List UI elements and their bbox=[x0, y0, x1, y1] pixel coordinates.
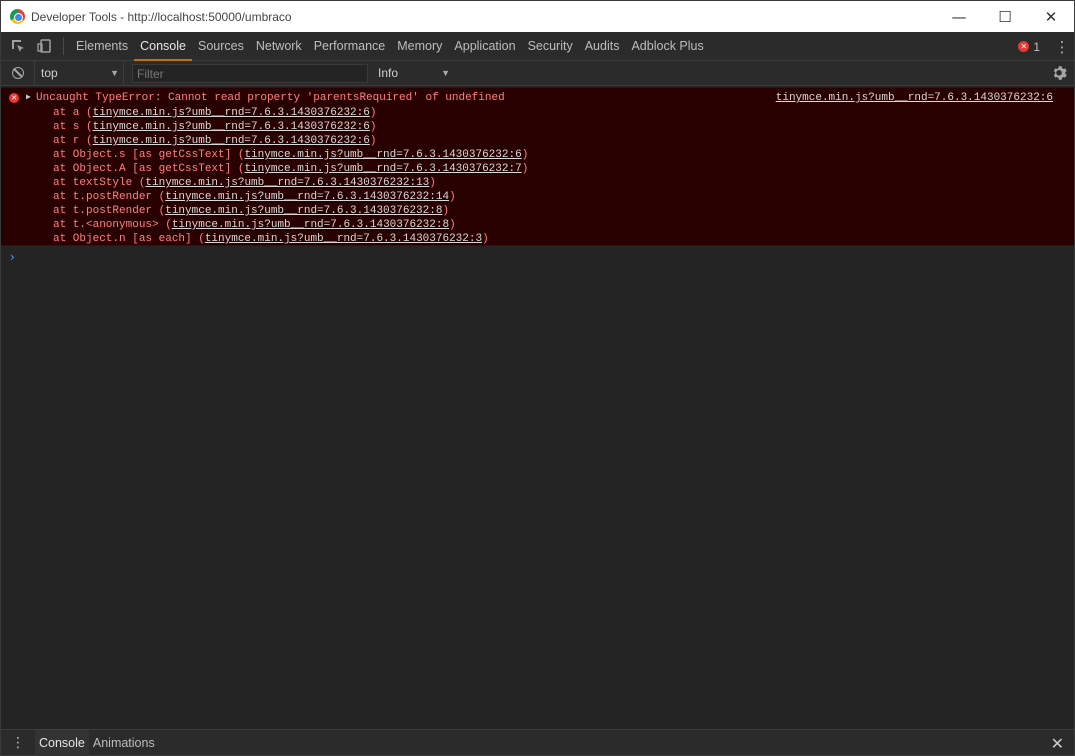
devtools-tabs-bar: Elements Console Sources Network Performance… bbox=[1, 32, 1074, 61]
stack-frame: at Object.n [as each] (tinymce.min.js?um… bbox=[53, 232, 528, 246]
chrome-logo-icon bbox=[10, 9, 25, 24]
device-toolbar-icon[interactable] bbox=[31, 32, 57, 61]
stack-frame-text: at a ( bbox=[53, 107, 93, 119]
stack-frame-link[interactable]: tinymce.min.js?umb__rnd=7.6.3.1430376232… bbox=[93, 121, 370, 133]
tab-network[interactable]: Network bbox=[250, 32, 308, 61]
window-title: Developer Tools - http://localhost:50000… bbox=[31, 9, 292, 24]
stack-frame-link[interactable]: tinymce.min.js?umb__rnd=7.6.3.1430376232… bbox=[205, 233, 482, 245]
dropdown-arrow-icon: ▼ bbox=[110, 68, 119, 78]
close-window-button[interactable]: ✕ bbox=[1028, 1, 1074, 32]
minimize-button[interactable]: — bbox=[936, 1, 982, 32]
stack-frame-text: at s ( bbox=[53, 121, 93, 133]
stack-frame-link[interactable]: tinymce.min.js?umb__rnd=7.6.3.1430376232… bbox=[244, 149, 521, 161]
error-counter[interactable]: ✕ 1 bbox=[1018, 40, 1040, 54]
tab-security[interactable]: Security bbox=[522, 32, 579, 61]
stack-frame-link[interactable]: tinymce.min.js?umb__rnd=7.6.3.1430376232… bbox=[145, 177, 429, 189]
stack-frame-suffix: ) bbox=[521, 149, 529, 161]
inspect-element-icon[interactable] bbox=[5, 32, 31, 61]
stack-frame-text: at r ( bbox=[53, 135, 93, 147]
console-error-message: ✕ ▶ Uncaught TypeError: Cannot read prop… bbox=[1, 87, 1074, 246]
drawer-tab-animations[interactable]: Animations bbox=[89, 730, 159, 756]
stack-frame-suffix: ) bbox=[369, 135, 377, 147]
window-controls: — ☐ ✕ bbox=[936, 1, 1074, 32]
stack-frame-link[interactable]: tinymce.min.js?umb__rnd=7.6.3.1430376232… bbox=[244, 163, 521, 175]
tab-adblock-plus[interactable]: Adblock Plus bbox=[625, 32, 709, 61]
tab-memory[interactable]: Memory bbox=[391, 32, 448, 61]
stack-frame-text: at textStyle ( bbox=[53, 177, 146, 189]
stack-frame-link[interactable]: tinymce.min.js?umb__rnd=7.6.3.1430376232… bbox=[172, 219, 449, 231]
context-selector[interactable]: top ▼ bbox=[34, 60, 124, 86]
drawer-menu-icon[interactable]: ⋮ bbox=[1, 730, 35, 756]
filter-input[interactable]: Filter bbox=[132, 63, 368, 83]
stack-frame-suffix: ) bbox=[449, 191, 456, 203]
tab-console[interactable]: Console bbox=[134, 32, 192, 61]
console-toolbar: top ▼ Filter Info ▼ bbox=[1, 60, 1074, 86]
panel-tabs: Elements Console Sources Network Performance… bbox=[70, 32, 710, 61]
tabs-right-area: ✕ 1 ⋮ bbox=[1018, 32, 1074, 61]
console-prompt[interactable]: › bbox=[10, 250, 15, 264]
stack-frame-link[interactable]: tinymce.min.js?umb__rnd=7.6.3.1430376232… bbox=[93, 107, 370, 119]
stack-frame-text: at Object.n [as each] ( bbox=[53, 233, 205, 245]
stack-frame: at t.<anonymous> (tinymce.min.js?umb__rn… bbox=[53, 218, 528, 232]
tab-application[interactable]: Application bbox=[448, 32, 521, 61]
tab-sources[interactable]: Sources bbox=[192, 32, 250, 61]
drawer-tabs: Console Animations bbox=[35, 729, 159, 756]
stack-frame: at t.postRender (tinymce.min.js?umb__rnd… bbox=[53, 204, 528, 218]
drawer-tab-console[interactable]: Console bbox=[35, 729, 89, 756]
stack-frame-text: at t.postRender ( bbox=[53, 205, 166, 217]
gear-icon[interactable] bbox=[1052, 65, 1068, 81]
close-drawer-icon[interactable]: ✕ bbox=[1051, 734, 1064, 753]
stack-trace: at a (tinymce.min.js?umb__rnd=7.6.3.1430… bbox=[53, 106, 528, 246]
stack-frame-suffix: ) bbox=[482, 233, 489, 245]
stack-frame: at textStyle (tinymce.min.js?umb__rnd=7.… bbox=[53, 176, 528, 190]
stack-frame: at a (tinymce.min.js?umb__rnd=7.6.3.1430… bbox=[53, 106, 528, 120]
maximize-button[interactable]: ☐ bbox=[982, 1, 1028, 32]
error-source-link[interactable]: tinymce.min.js?umb__rnd=7.6.3.1430376232… bbox=[776, 92, 1053, 104]
stack-frame-text: at t.postRender ( bbox=[53, 191, 166, 203]
more-options-icon[interactable]: ⋮ bbox=[1050, 32, 1074, 61]
log-level-selector[interactable]: Info ▼ bbox=[370, 61, 454, 86]
stack-frame-text: at t.<anonymous> ( bbox=[53, 219, 172, 231]
expand-triangle-icon[interactable]: ▶ bbox=[26, 92, 31, 102]
toolbar-divider bbox=[63, 37, 64, 55]
tab-audits[interactable]: Audits bbox=[579, 32, 626, 61]
stack-frame: at t.postRender (tinymce.min.js?umb__rnd… bbox=[53, 190, 528, 204]
dropdown-arrow-icon: ▼ bbox=[441, 68, 450, 78]
stack-frame: at Object.s [as getCssText] (tinymce.min… bbox=[53, 148, 528, 162]
title-bar: Developer Tools - http://localhost:50000… bbox=[1, 1, 1074, 32]
stack-frame-suffix: ) bbox=[369, 107, 377, 119]
stack-frame-link[interactable]: tinymce.min.js?umb__rnd=7.6.3.1430376232… bbox=[165, 191, 449, 203]
stack-frame-suffix: ) bbox=[449, 219, 456, 231]
log-level-value: Info bbox=[378, 66, 399, 80]
stack-frame-suffix: ) bbox=[429, 177, 436, 189]
drawer-bar: ⋮ Console Animations ✕ bbox=[1, 729, 1074, 756]
devtools-window: Developer Tools - http://localhost:50000… bbox=[0, 0, 1075, 756]
clear-console-icon[interactable] bbox=[12, 67, 24, 79]
stack-frame: at r (tinymce.min.js?umb__rnd=7.6.3.1430… bbox=[53, 134, 528, 148]
stack-frame: at s (tinymce.min.js?umb__rnd=7.6.3.1430… bbox=[53, 120, 528, 134]
error-count-value: 1 bbox=[1033, 39, 1040, 54]
error-x-icon: ✕ bbox=[9, 93, 19, 103]
tab-performance[interactable]: Performance bbox=[308, 32, 392, 61]
error-text: Uncaught TypeError: Cannot read property… bbox=[36, 92, 505, 104]
stack-frame-text: at Object.s [as getCssText] ( bbox=[53, 149, 245, 161]
stack-frame-suffix: ) bbox=[521, 163, 529, 175]
stack-frame-text: at Object.A [as getCssText] ( bbox=[53, 163, 245, 175]
error-x-icon: ✕ bbox=[1018, 41, 1030, 52]
stack-frame-suffix: ) bbox=[442, 205, 450, 217]
context-value: top bbox=[41, 66, 58, 80]
stack-frame-link[interactable]: tinymce.min.js?umb__rnd=7.6.3.1430376232… bbox=[93, 135, 370, 147]
stack-frame: at Object.A [as getCssText] (tinymce.min… bbox=[53, 162, 528, 176]
stack-frame-suffix: ) bbox=[369, 121, 377, 133]
stack-frame-link[interactable]: tinymce.min.js?umb__rnd=7.6.3.1430376232… bbox=[165, 205, 442, 217]
tab-elements[interactable]: Elements bbox=[70, 32, 134, 61]
